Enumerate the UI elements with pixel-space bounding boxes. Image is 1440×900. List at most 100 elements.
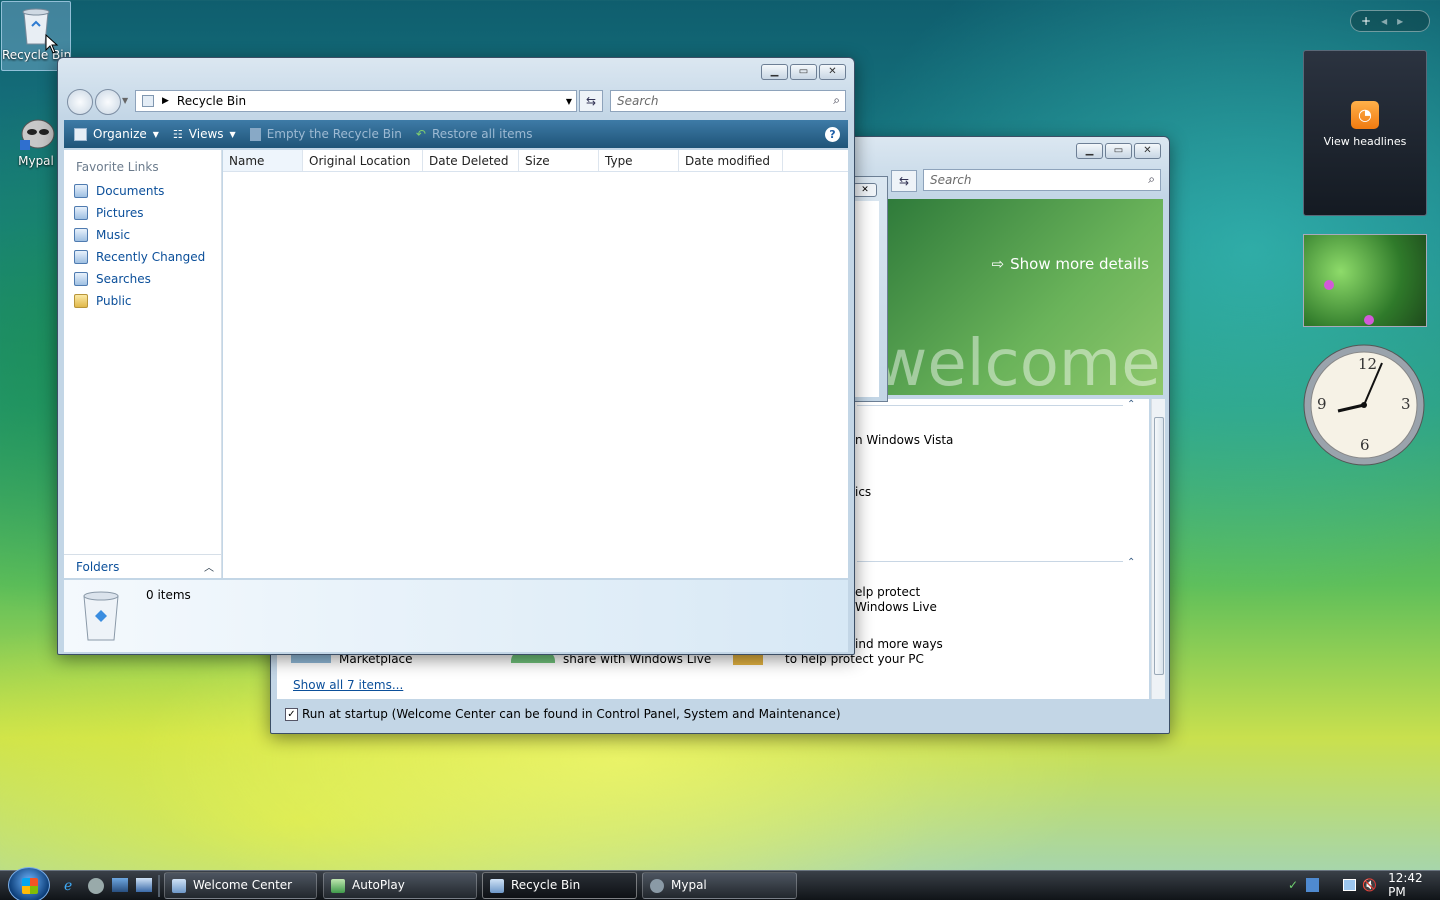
- taskbar-item-autoplay[interactable]: AutoPlay: [323, 872, 477, 899]
- previous-page-icon[interactable]: ◂: [1381, 14, 1387, 28]
- details-pane: 0 items: [64, 580, 848, 652]
- organize-button[interactable]: Organize ▼: [74, 127, 159, 141]
- list-item[interactable]: ics: [855, 485, 871, 499]
- sidebar-item-searches[interactable]: Searches: [64, 268, 221, 290]
- close-button[interactable]: ✕: [819, 64, 846, 80]
- windows-defender-icon[interactable]: [1306, 878, 1319, 892]
- windows-logo-icon: [22, 878, 38, 894]
- startup-row: ✓ Run at startup (Welcome Center can be …: [285, 707, 841, 721]
- startup-checkbox[interactable]: ✓: [285, 707, 298, 721]
- section-divider: [857, 561, 1123, 562]
- column-header-name[interactable]: Name: [223, 150, 303, 171]
- feed-gadget[interactable]: ◔ View headlines: [1303, 50, 1427, 216]
- search-input[interactable]: Search ⌕: [610, 90, 846, 112]
- flower-image: [1364, 315, 1374, 325]
- add-gadget-button[interactable]: +: [1361, 14, 1371, 28]
- scroll-thumb[interactable]: [1154, 417, 1164, 675]
- welcome-dialog-edge: ✕: [852, 176, 888, 402]
- close-icon[interactable]: ✕: [853, 183, 877, 197]
- show-all-link[interactable]: Show all 7 items...: [293, 678, 403, 692]
- dialog-body: [853, 201, 879, 397]
- show-more-details-link[interactable]: ⇨ Show more details: [992, 255, 1149, 273]
- folders-label: Folders: [76, 559, 120, 574]
- offer-text[interactable]: elp protect: [855, 585, 920, 599]
- network-icon[interactable]: [1343, 879, 1357, 891]
- scrollbar[interactable]: [1151, 399, 1165, 699]
- column-header-row: Name Original Location Date Deleted Size…: [223, 150, 848, 172]
- taskbar-item-mypal[interactable]: Mypal: [642, 872, 797, 899]
- search-icon[interactable]: ⌕: [1148, 172, 1155, 187]
- sidebar-item-recently-changed[interactable]: Recently Changed: [64, 246, 221, 268]
- switch-windows-icon[interactable]: [136, 878, 152, 892]
- autoplay-icon: [331, 879, 345, 893]
- chevron-down-icon: ▼: [152, 129, 159, 139]
- start-button[interactable]: [8, 867, 50, 900]
- banner-word: welcome: [885, 327, 1161, 395]
- welcome-center-icon: [172, 879, 186, 893]
- chevron-up-icon[interactable]: ⌃: [1127, 399, 1135, 410]
- column-header-original-location[interactable]: Original Location: [303, 150, 423, 171]
- column-header-type[interactable]: Type: [599, 150, 679, 171]
- show-desktop-icon[interactable]: [112, 878, 128, 892]
- breadcrumb[interactable]: Recycle Bin: [177, 94, 246, 108]
- search-input[interactable]: Search ⌕: [923, 169, 1161, 191]
- clock-gadget[interactable]: 12 3 6 9: [1302, 343, 1426, 467]
- taskbar-item-recycle-bin[interactable]: Recycle Bin: [482, 872, 637, 899]
- refresh-button[interactable]: ⇆: [891, 170, 917, 192]
- clock[interactable]: 12:42 PM: [1388, 871, 1438, 899]
- music-icon: [74, 228, 88, 242]
- minimize-button[interactable]: ▁: [1076, 143, 1103, 159]
- sidebar-item-documents[interactable]: Documents: [64, 180, 221, 202]
- next-page-icon[interactable]: ▸: [1397, 14, 1403, 28]
- close-button[interactable]: ✕: [1134, 143, 1161, 159]
- slideshow-gadget[interactable]: [1303, 234, 1427, 327]
- column-header-size[interactable]: Size: [519, 150, 599, 171]
- sidebar-item-public[interactable]: Public: [64, 290, 221, 312]
- forward-button[interactable]: [95, 89, 121, 115]
- chevron-up-icon[interactable]: ⌃: [1127, 557, 1135, 568]
- taskbar-item-label: AutoPlay: [352, 878, 405, 892]
- mypal-icon[interactable]: [88, 878, 104, 894]
- sidebar-item-label: Documents: [96, 184, 165, 198]
- maximize-button[interactable]: ▭: [790, 64, 817, 80]
- svg-text:12: 12: [1358, 355, 1377, 373]
- breadcrumb-separator-icon[interactable]: ▶: [162, 96, 169, 106]
- refresh-button[interactable]: ⇆: [579, 90, 603, 112]
- chevron-down-icon[interactable]: ▼: [566, 97, 572, 106]
- volume-muted-icon[interactable]: 🔇: [1362, 878, 1377, 892]
- search-icon[interactable]: ⌕: [833, 93, 840, 108]
- folders-toggle[interactable]: Folders ︿: [64, 554, 222, 578]
- help-icon[interactable]: ?: [825, 126, 840, 142]
- offer-text[interactable]: Windows Live: [855, 600, 937, 614]
- documents-icon: [74, 184, 88, 198]
- list-item[interactable]: n Windows Vista: [855, 433, 953, 447]
- column-header-date-deleted[interactable]: Date Deleted: [423, 150, 519, 171]
- sidebar-item-label: Recently Changed: [96, 250, 206, 264]
- taskbar-item-welcome-center[interactable]: Welcome Center: [164, 872, 317, 899]
- sidebar-item-music[interactable]: Music: [64, 224, 221, 246]
- minimize-button[interactable]: ▁: [761, 64, 788, 80]
- views-button[interactable]: ☷ Views ▼: [173, 127, 236, 141]
- offer-text[interactable]: ind more ways: [855, 637, 943, 651]
- restore-all-button[interactable]: ↶ Restore all items: [416, 127, 533, 141]
- sidebar-item-pictures[interactable]: Pictures: [64, 202, 221, 224]
- startup-label: Run at startup (Welcome Center can be fo…: [302, 707, 841, 721]
- view-headlines-label: View headlines: [1323, 135, 1407, 148]
- pictures-icon: [74, 206, 88, 220]
- back-button[interactable]: [67, 89, 93, 115]
- taskbar-item-label: Recycle Bin: [511, 878, 581, 892]
- sidebar-item-label: Music: [96, 228, 131, 242]
- sidebar-item-label: Public: [96, 294, 132, 308]
- search-placeholder: Search: [617, 94, 659, 108]
- column-header-date-modified[interactable]: Date modified: [679, 150, 783, 171]
- section-divider: [857, 405, 1123, 406]
- internet-explorer-icon[interactable]: ℯ: [64, 878, 80, 894]
- empty-label: Empty the Recycle Bin: [266, 127, 402, 141]
- chevron-down-icon: ▼: [229, 129, 236, 139]
- address-bar[interactable]: ▶ Recycle Bin ▼: [135, 90, 577, 112]
- maximize-button[interactable]: ▭: [1105, 143, 1132, 159]
- safely-remove-icon[interactable]: ✓: [1288, 878, 1300, 892]
- history-dropdown-icon[interactable]: ▼: [122, 96, 128, 105]
- mypal-icon: [650, 879, 664, 893]
- empty-recycle-bin-button[interactable]: Empty the Recycle Bin: [249, 127, 402, 141]
